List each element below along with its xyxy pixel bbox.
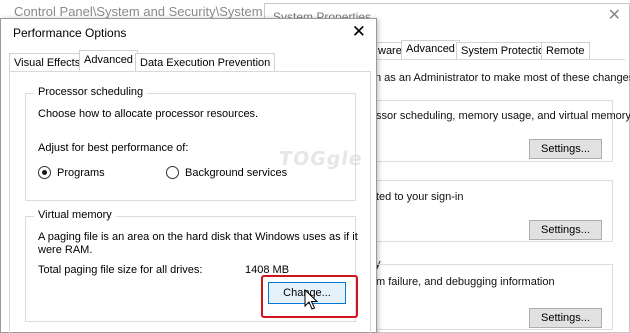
- system-properties-tab-body: n as an Administrator to make most of th…: [375, 59, 630, 333]
- performance-group: ssor scheduling, memory usage, and virtu…: [375, 100, 630, 162]
- virtual-memory-legend: Virtual memory: [34, 209, 116, 221]
- processor-description: Choose how to allocate processor resourc…: [38, 108, 259, 120]
- virtual-memory-description-line1: A paging file is an area on the hard dis…: [38, 231, 358, 243]
- programs-radio[interactable]: [38, 166, 51, 179]
- processor-scheduling-group: Processor scheduling Choose how to alloc…: [25, 86, 356, 201]
- background-services-radio[interactable]: [166, 166, 179, 179]
- programs-label[interactable]: Programs: [57, 167, 105, 179]
- tab-remote[interactable]: Remote: [541, 42, 590, 60]
- performance-settings-button[interactable]: Settings...: [529, 139, 602, 159]
- dialog-title: Performance Options: [13, 26, 127, 40]
- user-profiles-settings-button[interactable]: Settings...: [529, 220, 602, 240]
- user-profiles-description: ted to your sign-in: [376, 191, 464, 203]
- startup-recovery-settings-button[interactable]: Settings...: [529, 308, 602, 328]
- startup-recovery-description: m failure, and debugging information: [376, 276, 555, 288]
- watermark: TOGgle: [277, 148, 365, 170]
- control-panel-address: Control Panel\System and Security\System: [14, 4, 263, 19]
- virtual-memory-description-line2: were RAM.: [38, 244, 93, 256]
- tab-visual-effects[interactable]: Visual Effects: [9, 53, 86, 72]
- startup-recovery-group: m failure, and debugging information Set…: [375, 264, 613, 330]
- total-paging-label: Total paging file size for all drives:: [38, 264, 203, 276]
- tab-advanced[interactable]: Advanced: [79, 50, 138, 72]
- mouse-cursor-icon: [304, 289, 318, 310]
- performance-options-tabs: Visual Effects Advanced Data Execution P…: [9, 50, 369, 72]
- processor-scheduling-legend: Processor scheduling: [34, 86, 148, 98]
- admin-notice: n as an Administrator to make most of th…: [375, 72, 630, 84]
- user-profiles-group: ted to your sign-in Settings...: [375, 180, 613, 242]
- background-services-label[interactable]: Background services: [185, 167, 287, 179]
- performance-description: ssor scheduling, memory usage, and virtu…: [376, 110, 630, 122]
- tab-data-execution-prevention[interactable]: Data Execution Prevention: [135, 53, 276, 72]
- tab-advanced[interactable]: Advanced: [401, 40, 460, 60]
- adjust-label: Adjust for best performance of:: [38, 142, 189, 154]
- close-icon[interactable]: ✕: [352, 22, 366, 42]
- close-icon[interactable]: ✕: [608, 6, 621, 26]
